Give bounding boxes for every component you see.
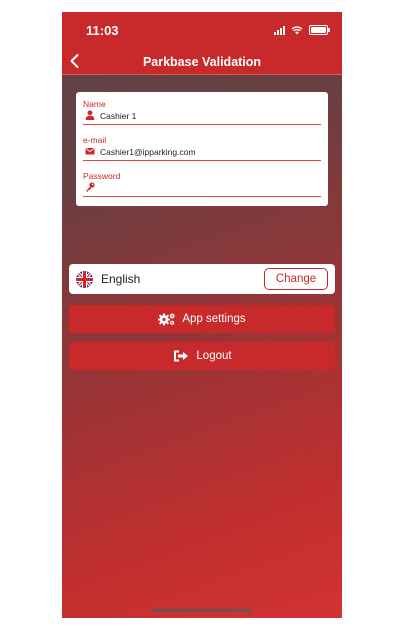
email-value: Cashier1@ipparking.com <box>100 147 196 157</box>
key-icon <box>86 182 95 192</box>
wifi-icon <box>291 26 303 34</box>
page-title: Parkbase Validation <box>142 55 262 69</box>
envelope-icon <box>85 147 95 155</box>
uk-flag-icon <box>76 271 93 288</box>
language-label: English <box>101 272 141 286</box>
user-icon <box>85 110 95 120</box>
sign-out-icon <box>174 350 189 362</box>
change-language-button[interactable]: Change <box>264 268 328 290</box>
name-label: Name <box>83 99 106 109</box>
battery-icon <box>309 25 330 35</box>
name-underline <box>83 124 321 125</box>
password-label: Password <box>83 171 121 181</box>
email-underline <box>83 160 321 161</box>
cellular-signal-icon <box>274 25 285 35</box>
language-row: English Change <box>69 264 335 294</box>
phone-screen: 11:03 Parkbase Validation Name Cashier 1 <box>62 12 342 618</box>
email-label: e-mail <box>83 135 107 145</box>
logout-label: Logout <box>196 350 232 362</box>
status-icons <box>274 25 330 35</box>
name-value: Cashier 1 <box>100 111 137 121</box>
password-underline <box>83 196 321 197</box>
home-indicator[interactable] <box>152 609 252 612</box>
user-info-card: Name Cashier 1 e-mail Cashier1@ipparking… <box>76 92 328 206</box>
status-time: 11:03 <box>86 23 119 38</box>
app-settings-label: App settings <box>182 313 246 325</box>
header-bar: 11:03 Parkbase Validation <box>62 12 342 75</box>
app-settings-button[interactable]: App settings <box>69 305 335 333</box>
logout-button[interactable]: Logout <box>69 342 335 370</box>
gears-icon <box>158 313 175 326</box>
